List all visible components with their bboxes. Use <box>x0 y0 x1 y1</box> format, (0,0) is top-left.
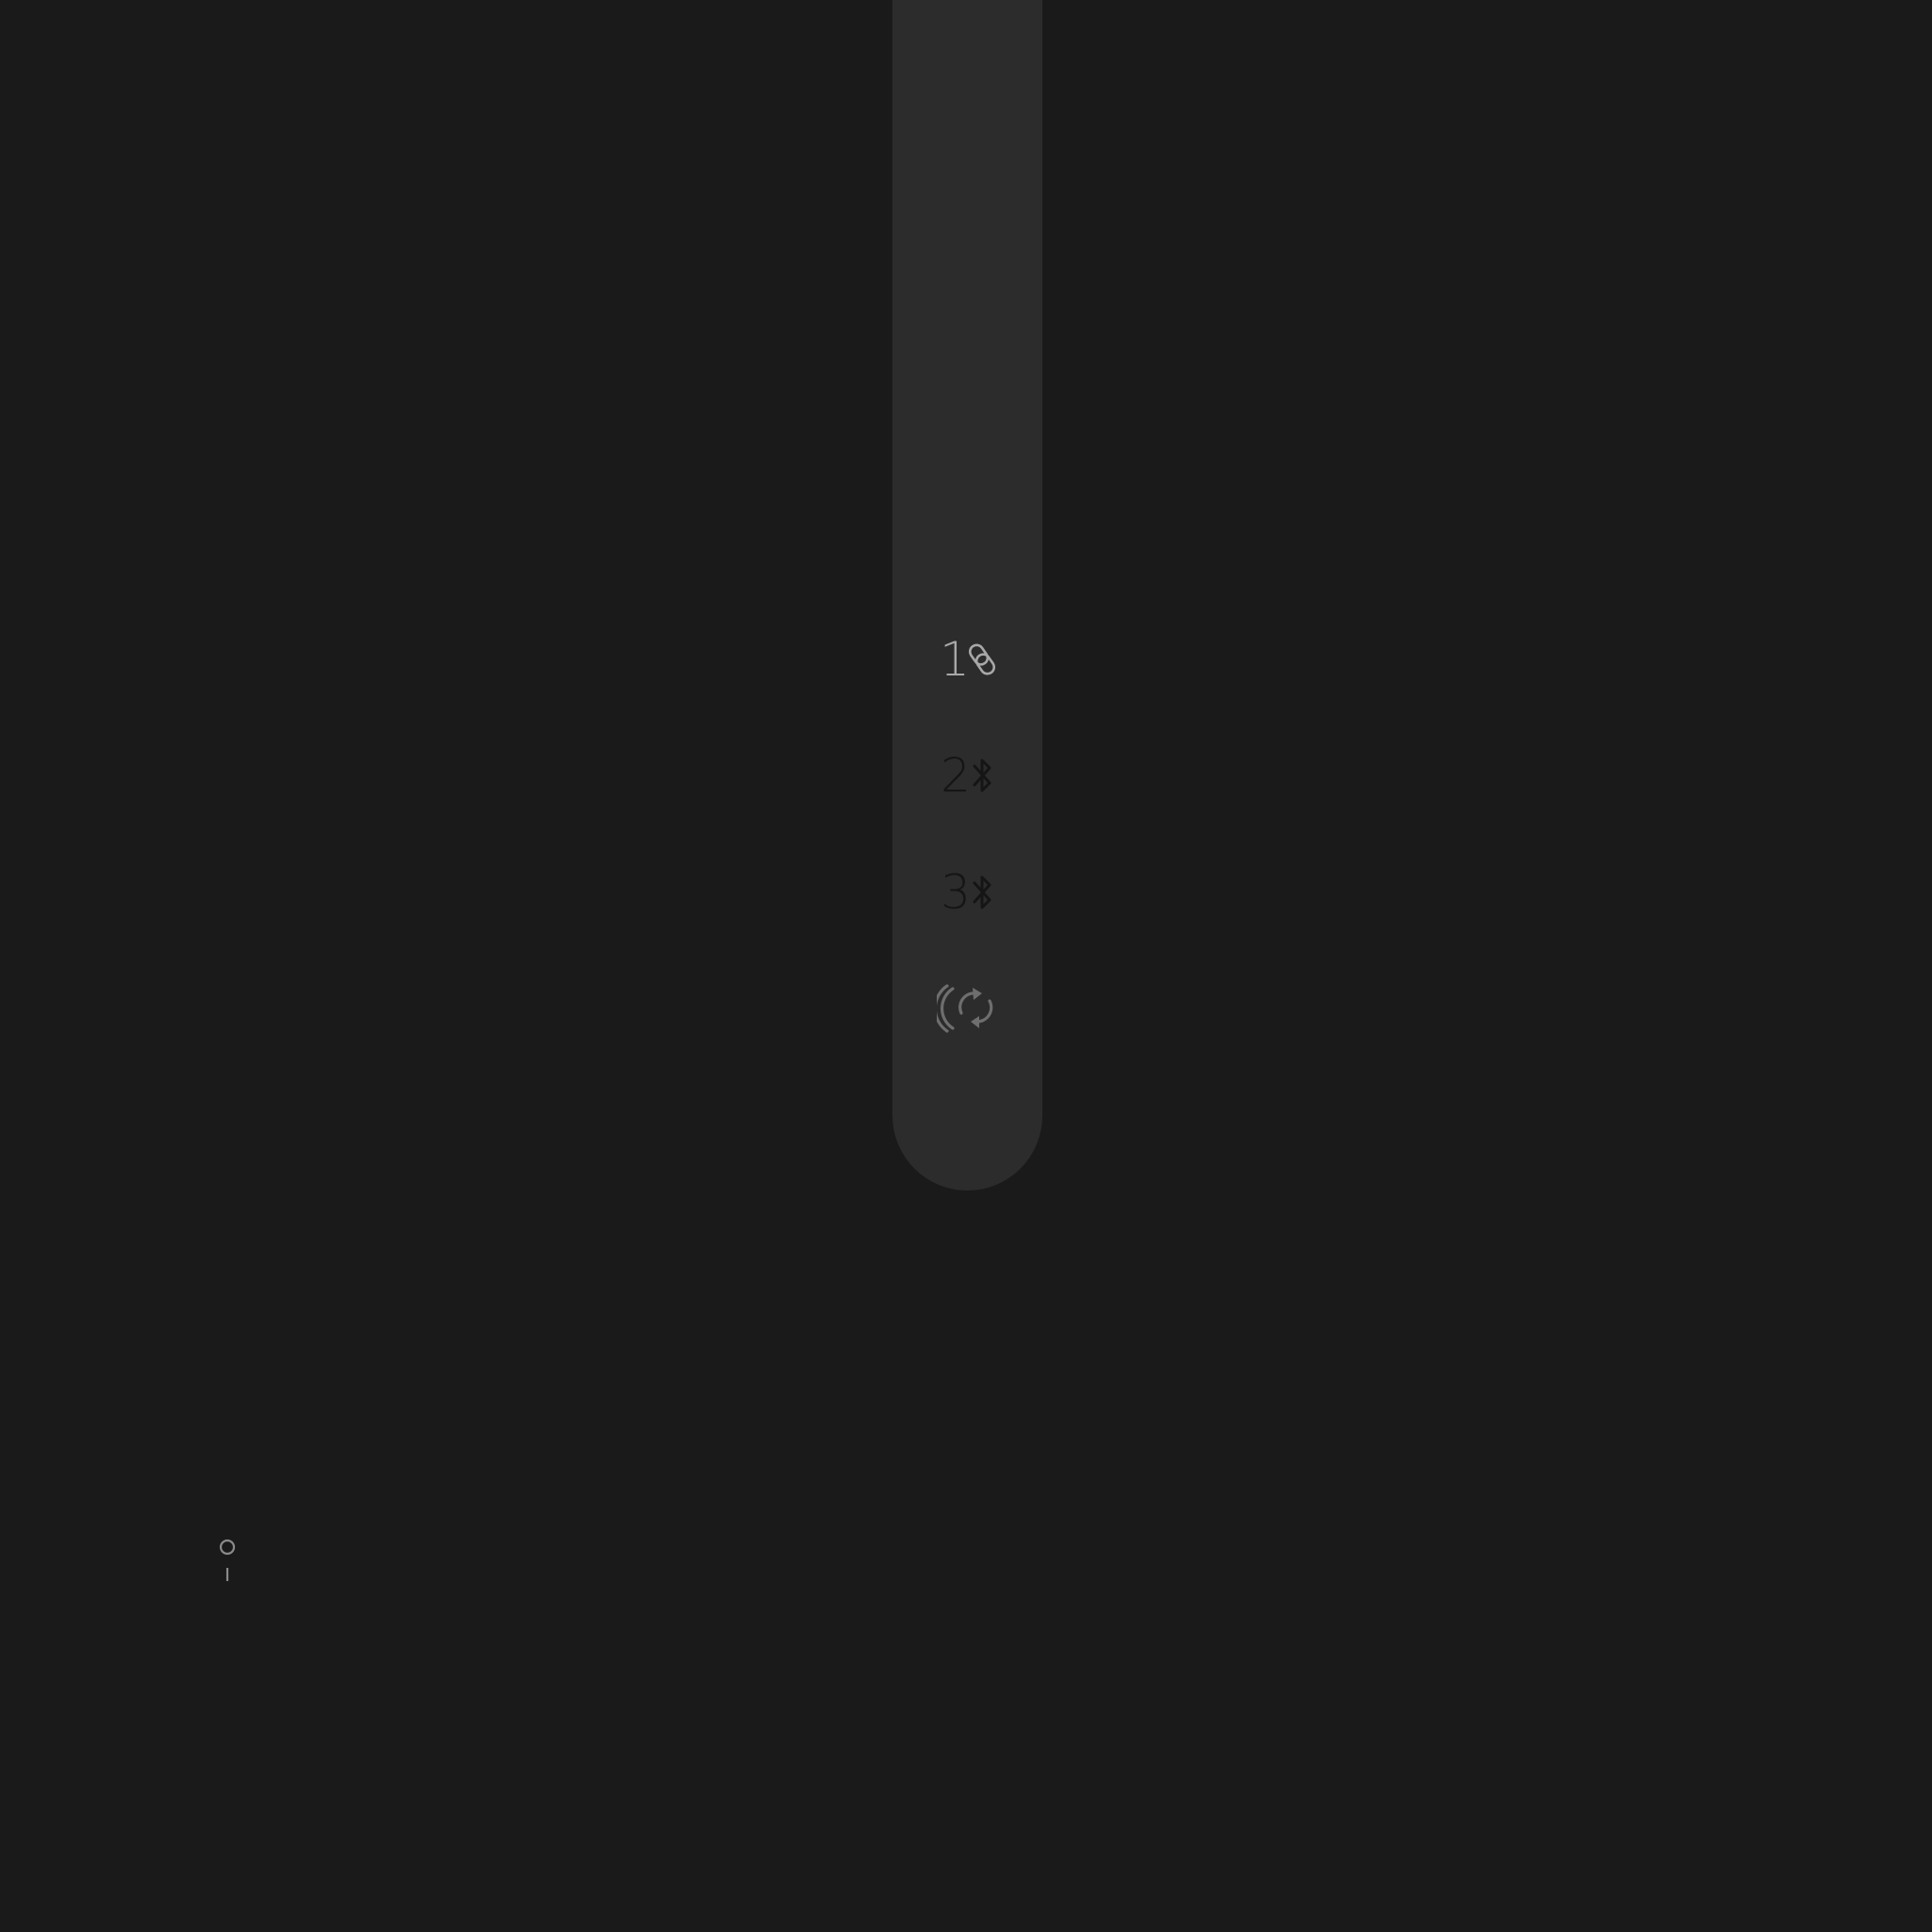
power-switch-icon <box>219 1539 236 1581</box>
bluetooth-icon <box>973 758 991 792</box>
channel-selector-strip: 1 2 3 <box>892 0 1042 1191</box>
channel-2-button[interactable]: 2 <box>892 730 1042 821</box>
device-diagram: 1 2 3 <box>0 0 1932 1932</box>
pairing-refresh-icon <box>936 984 992 1033</box>
link-icon <box>968 643 995 675</box>
channel-1-button[interactable]: 1 <box>892 614 1042 705</box>
pairing-button[interactable] <box>892 957 1042 1060</box>
channel-3-button[interactable]: 3 <box>892 847 1042 938</box>
channel-2-number: 2 <box>941 748 971 803</box>
channel-1-number: 1 <box>940 632 970 687</box>
bluetooth-icon <box>973 875 991 909</box>
channel-3-number: 3 <box>941 865 971 920</box>
